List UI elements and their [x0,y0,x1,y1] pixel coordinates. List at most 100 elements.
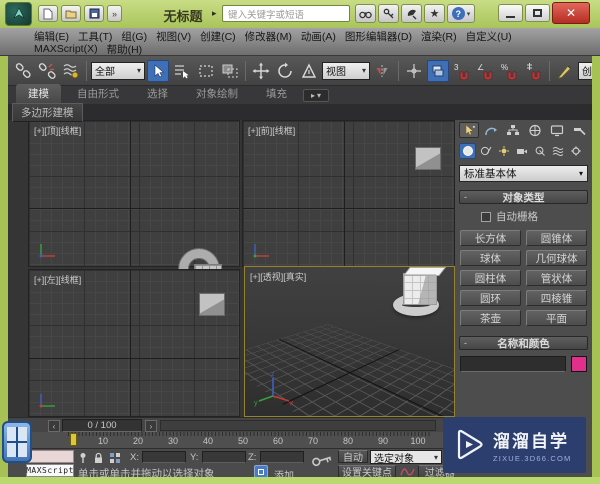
menu-rendering[interactable]: 渲染(R) [421,29,457,44]
viewport-top-label[interactable]: [+][顶][线框] [34,124,81,137]
snap-toggle-3d-icon[interactable]: 3 [451,60,473,82]
angle-snap-toggle-icon[interactable]: ∠ [475,60,497,82]
isolate-selection-pin-icon[interactable] [78,452,88,464]
menu-modifiers[interactable]: 修改器(M) [245,29,292,44]
key-filters-curve-icon[interactable] [400,465,416,477]
primitive-category-dropdown[interactable]: 标准基本体 ▾ [459,165,588,182]
select-and-scale-icon[interactable] [298,60,320,82]
tab-hierarchy[interactable] [503,122,523,138]
plane-button[interactable]: 平面 [526,310,587,326]
viewport-front-label[interactable]: [+][前][线框] [248,124,295,137]
set-key-key-icon[interactable] [310,451,334,469]
next-frame-button[interactable]: › [145,420,157,432]
viewport-perspective-label[interactable]: [+][透视][真实] [250,270,306,283]
key-tool-icon[interactable] [378,4,399,23]
menu-customize[interactable]: 自定义(U) [466,29,512,44]
ribbon-tab-freeform[interactable]: 自由形式 [65,84,131,104]
spinner-snap-toggle-icon[interactable] [523,60,545,82]
viewport-front[interactable]: [+][前][线框] [242,120,455,267]
communication-center-icon[interactable] [401,4,422,23]
search-flyout-icon[interactable]: ▸ [212,8,217,19]
menu-help[interactable]: 帮助(H) [107,42,143,57]
tab-utilities[interactable] [569,122,589,138]
sphere-button[interactable]: 球体 [460,250,521,266]
ribbon-tab-populate[interactable]: 填充 [254,84,299,104]
layer-manager-button[interactable] [427,59,449,82]
menu-maxscript[interactable]: MAXScript(X) [34,43,98,55]
ribbon-tab-modeling[interactable]: 建模 [16,84,61,104]
select-and-link-icon[interactable] [12,60,34,82]
teapot-button[interactable]: 茶壶 [460,310,521,326]
maxscript-listener-label[interactable]: MAXScript [26,464,74,477]
tube-button[interactable]: 管状体 [526,270,587,286]
category-cameras[interactable] [513,143,530,159]
reference-coordinate-dropdown[interactable]: 视图 ▾ [322,61,370,80]
mirror-icon[interactable] [372,60,394,82]
viewport-top[interactable]: [+][顶][线框] [28,120,240,267]
cylinder-button[interactable]: 圆柱体 [460,270,521,286]
y-coordinate-field[interactable] [202,451,246,463]
category-space-warps[interactable] [549,143,566,159]
pyramid-button[interactable]: 四棱锥 [526,290,587,306]
polygon-modeling-panel-button[interactable]: 多边形建模 [12,102,83,122]
torus-button[interactable]: 圆环 [460,290,521,306]
geosphere-button[interactable]: 几何球体 [526,250,587,266]
object-color-swatch[interactable] [571,356,587,372]
object-type-rollout-header[interactable]: - 对象类型 [459,190,588,204]
new-file-button[interactable] [38,5,58,22]
object-name-field[interactable] [460,356,566,372]
name-color-rollout-header[interactable]: - 名称和颜色 [459,336,588,350]
search-input[interactable]: 键入关键字或短语 [222,5,350,22]
select-and-rotate-icon[interactable] [274,60,296,82]
frame-counter[interactable]: 0 / 100 [62,419,142,432]
selection-lock-icon[interactable] [93,452,104,464]
rectangular-selection-region-icon[interactable] [195,60,217,82]
viewport-perspective-active[interactable]: [+][透视][真实] x y z [244,266,455,417]
menu-create[interactable]: 创建(C) [200,29,236,44]
favorites-star-icon[interactable]: ★ [424,4,445,23]
category-lights[interactable] [495,143,512,159]
box-object-perspective[interactable] [403,273,437,305]
category-helpers[interactable] [531,143,548,159]
save-file-button[interactable] [84,5,104,22]
help-button[interactable]: ? ▾ [447,4,475,23]
quick-access-more-button[interactable]: » [107,5,122,22]
select-and-move-icon[interactable] [250,60,272,82]
minimize-button[interactable] [498,4,523,22]
ribbon-tab-object-paint[interactable]: 对象绘制 [184,84,250,104]
x-coordinate-field[interactable] [142,451,186,463]
menu-animation[interactable]: 动画(A) [301,29,336,44]
search-binoculars-icon[interactable] [355,4,376,23]
autogrid-checkbox[interactable] [481,211,491,222]
box-button[interactable]: 长方体 [460,230,521,246]
category-systems[interactable] [567,143,584,159]
selected-objects-dropdown[interactable]: 选定对象 ▾ [370,450,442,465]
box-object-front-view[interactable] [415,147,441,170]
auto-key-button[interactable]: 自动 [338,450,368,464]
maxscript-mini-listener[interactable] [26,450,74,463]
menu-edit[interactable]: 编辑(E) [34,29,69,44]
selection-filter-dropdown[interactable]: 全部 ▾ [91,61,145,80]
tab-modify[interactable] [481,122,501,138]
select-object-button[interactable] [147,59,169,82]
percent-snap-toggle-icon[interactable]: % [499,60,521,82]
bind-to-space-warp-icon[interactable] [60,60,82,82]
box-object-left-view[interactable] [199,293,225,316]
z-coordinate-field[interactable] [260,451,304,463]
maximize-button[interactable] [525,4,550,22]
menu-graph-editors[interactable]: 图形编辑器(D) [345,29,412,44]
cone-button[interactable]: 圆锥体 [526,230,587,246]
viewport-left-label[interactable]: [+][左][线框] [34,273,81,286]
previous-frame-button[interactable]: ‹ [48,420,60,432]
ribbon-options-button[interactable]: ▸ ▾ [303,89,329,102]
app-logo-icon[interactable] [5,2,32,26]
open-file-button[interactable] [61,5,81,22]
track-bar-lane[interactable] [160,420,436,431]
align-icon[interactable] [403,60,425,82]
tab-display[interactable] [547,122,567,138]
select-by-name-icon[interactable] [171,60,193,82]
edit-named-selection-icon[interactable] [554,60,576,82]
window-crossing-toggle-icon[interactable] [219,60,241,82]
viewport-layout-button[interactable] [2,421,32,463]
absolute-offset-mode-icon[interactable] [109,452,122,464]
